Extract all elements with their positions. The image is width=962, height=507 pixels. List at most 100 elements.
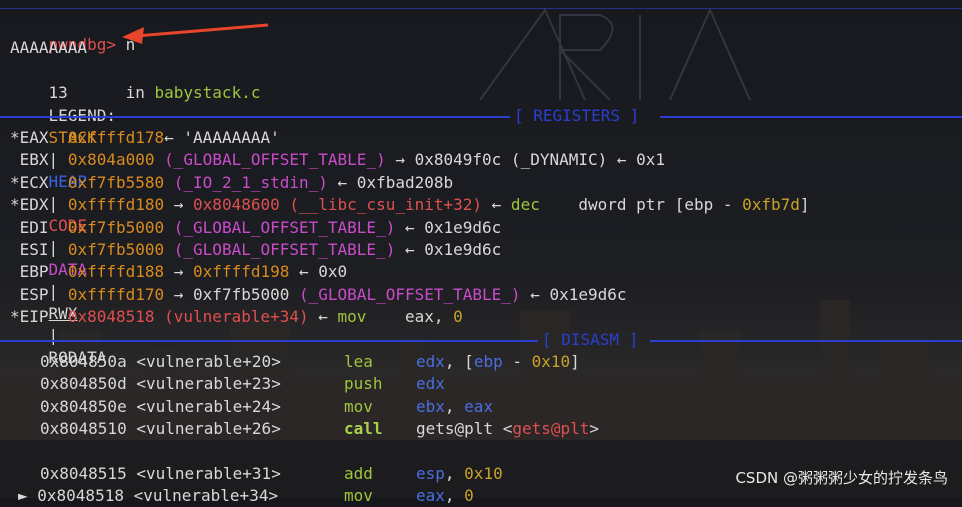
register-row: ESI 0xf7fb5000 (_GLOBAL_OFFSET_TABLE_) ←… <box>10 239 502 261</box>
register-deref: 0x1e9d6c <box>414 217 502 237</box>
disasm-row: 0x804850e <vulnerable+24> mov ebx, eax <box>40 396 493 418</box>
register-changed-mark: * <box>10 195 20 215</box>
disasm-address: ► 0x8048518 <vulnerable+34> <box>18 486 279 506</box>
register-deref: 0x8049f0c (_DYNAMIC) <box>404 150 608 170</box>
register-row: *ECX 0xf7fb5580 (_IO_2_1_stdin_) ← 0xfba… <box>10 172 453 194</box>
register-deref: dword ptr [ebp - <box>539 195 743 215</box>
deref-arrow: ← <box>395 217 415 237</box>
disasm-opcode: push <box>344 374 383 394</box>
register-row: EBP 0xffffd188 → 0xffffd198 ← 0x0 <box>10 261 348 283</box>
register-deref: eax, <box>366 307 454 327</box>
deref-arrow: ← <box>607 150 627 170</box>
disasm-operand: ] <box>570 352 580 371</box>
register-row: EDI 0xf7fb5000 (_GLOBAL_OFFSET_TABLE_) ←… <box>10 217 502 239</box>
disasm-opcode: lea <box>344 352 373 371</box>
disasm-operand: ebp <box>473 352 503 371</box>
register-deref: (_IO_2_1_stdin_) <box>164 172 328 192</box>
source-file: babystack.c <box>154 83 261 102</box>
register-changed-mark <box>10 240 20 259</box>
disasm-operand: gets@plt <box>512 419 590 439</box>
disasm-row: 0x8048515 <vulnerable+31> add esp, 0x10 <box>40 463 503 485</box>
registers-separator-left <box>0 116 510 118</box>
deref-arrow: ← <box>308 307 328 327</box>
terminal-window[interactable]: pwndbg> n AAAAAAAA 13 in babystack.c LEG… <box>0 0 962 505</box>
deref-arrow: ← <box>327 172 348 192</box>
register-deref: 0x8048600 (__libc_csu_init+32) <box>183 195 483 215</box>
disasm-opcode: mov <box>344 486 373 506</box>
register-deref: 0x1e9d6c <box>539 284 627 304</box>
csdn-watermark: CSDN @粥粥粥少女的拧发条鸟 <box>735 469 948 487</box>
register-value: 0xf7fb5580 <box>67 172 165 192</box>
deref-arrow: ← <box>395 240 415 259</box>
disasm-header: [ DISASM ] <box>542 330 639 349</box>
register-changed-mark: * <box>10 307 20 327</box>
disasm-operand: edx <box>416 352 445 371</box>
disasm-operand: eax <box>464 396 494 416</box>
deref-arrow: ← <box>164 128 174 147</box>
register-changed-mark: * <box>10 172 20 192</box>
register-deref: 0x1 <box>626 150 666 170</box>
register-deref: 0xfb7d <box>742 195 800 215</box>
register-value: 0xf7fb5000 <box>67 217 165 237</box>
disasm-operand: , <box>444 486 465 506</box>
disasm-opcode: call <box>344 419 383 439</box>
register-deref: (_GLOBAL_OFFSET_TABLE_) <box>164 217 396 237</box>
disasm-operand: ebx <box>416 396 445 416</box>
register-deref: (_GLOBAL_OFFSET_TABLE_) <box>154 150 386 170</box>
register-name: EAX <box>19 128 49 147</box>
disasm-operand: , <box>444 464 465 483</box>
register-changed-mark: * <box>10 128 20 147</box>
disasm-address: 0x8048515 <vulnerable+31> <box>40 464 281 483</box>
disasm-operand: 0 <box>464 486 474 506</box>
register-changed-mark <box>10 150 20 169</box>
register-name: EBX <box>19 150 49 170</box>
register-deref: 'AAAAAAAA' <box>173 128 280 147</box>
registers-header: [ REGISTERS ] <box>514 106 640 125</box>
register-row: ESP 0xffffd170 → 0xf7fb5000 (_GLOBAL_OFF… <box>10 284 627 306</box>
output-echo: AAAAAAAA <box>10 38 88 57</box>
top-separator <box>0 8 962 9</box>
register-value: 0x804a000 <box>67 150 155 170</box>
disasm-separator-left <box>0 340 538 342</box>
deref-arrow: → <box>164 195 184 215</box>
register-name: ESI <box>19 240 49 259</box>
register-value: 0xffffd170 <box>67 284 165 304</box>
disasm-opcode: mov <box>344 396 373 416</box>
register-name: EBP <box>19 262 49 282</box>
deref-arrow: ← <box>289 262 309 282</box>
register-deref: 0xffffd198 <box>183 262 290 282</box>
register-deref: ] <box>799 195 810 215</box>
deref-arrow: → <box>385 150 405 170</box>
disasm-opcode: add <box>344 464 373 483</box>
disasm-operand: gets@plt < <box>416 419 513 439</box>
disasm-address: 0x804850a <vulnerable+20> <box>40 352 281 371</box>
disasm-separator-right <box>650 340 962 342</box>
register-deref: dec <box>501 195 540 215</box>
register-name: ECX <box>19 172 49 192</box>
register-deref: 0x1e9d6c <box>414 240 502 259</box>
disasm-operand: - <box>502 352 532 371</box>
register-value: 0xffffd180 <box>67 195 165 215</box>
register-changed-mark <box>10 262 20 281</box>
register-deref: 0xfbad208b <box>347 172 454 192</box>
register-row: *EDX 0xffffd180 → 0x8048600 (__libc_csu_… <box>10 194 810 216</box>
register-name: EIP <box>19 307 49 327</box>
register-deref: mov <box>327 307 367 327</box>
register-deref: 0 <box>453 307 463 327</box>
register-deref: (_GLOBAL_OFFSET_TABLE_) <box>164 240 396 259</box>
deref-arrow: ← <box>520 284 540 304</box>
disasm-row: 0x804850a <vulnerable+20> lea edx, [ebp - … <box>40 351 580 373</box>
deref-arrow: → <box>164 262 184 282</box>
deref-arrow: ← <box>482 195 502 215</box>
disasm-address: 0x804850d <vulnerable+23> <box>40 374 281 394</box>
register-name: EDX <box>19 195 49 215</box>
register-changed-mark <box>10 218 20 237</box>
disasm-operand: > <box>589 419 600 439</box>
